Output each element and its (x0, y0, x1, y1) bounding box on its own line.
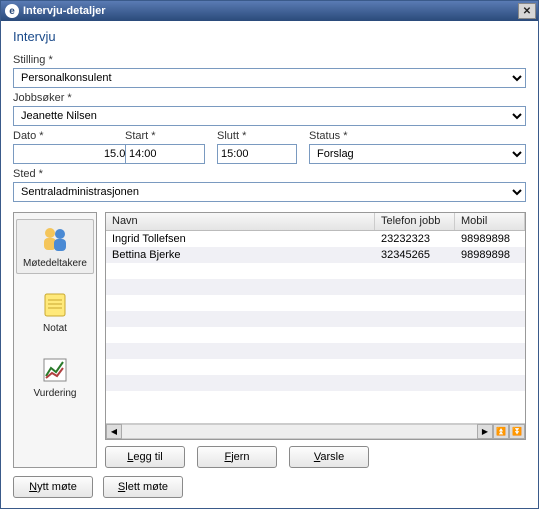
table-row[interactable] (106, 375, 525, 391)
table-row[interactable] (106, 327, 525, 343)
start-label: Start * (125, 130, 205, 142)
cell-name: Ingrid Tollefsen (106, 233, 375, 245)
jobbsoker-select[interactable]: Jeanette Nilsen (13, 106, 526, 126)
col-header-mob[interactable]: Mobil (455, 213, 525, 230)
people-icon (39, 224, 71, 256)
chart-icon (39, 354, 71, 386)
grid-scrollbar: ◀ ▶ ⏫ ⏬ (106, 423, 525, 439)
main-pane: Navn Telefon jobb Mobil Ingrid Tollefsen… (105, 212, 526, 468)
slett-mote-button[interactable]: Slett møte (103, 476, 183, 498)
mid-area: Møtedeltakere Notat (1, 208, 538, 476)
fjern-button[interactable]: Fjern (197, 446, 277, 468)
cell-mob: 98989898 (455, 249, 525, 261)
scroll-down-all-button[interactable]: ⏬ (509, 424, 525, 439)
table-row[interactable] (106, 279, 525, 295)
start-input[interactable] (125, 144, 205, 164)
col-header-name[interactable]: Navn (106, 213, 375, 230)
window-title: Intervju-detaljer (23, 5, 518, 17)
table-row[interactable] (106, 343, 525, 359)
cell-name: Bettina Bjerke (106, 249, 375, 261)
grid-header: Navn Telefon jobb Mobil (106, 213, 525, 231)
dato-label: Dato * (13, 130, 113, 142)
sidebar-item-label: Møtedeltakere (23, 258, 87, 269)
triangle-left-icon: ◀ (111, 427, 117, 436)
table-row[interactable]: Ingrid Tollefsen 23232323 98989898 (106, 231, 525, 247)
sidebar-item-motedeltakere[interactable]: Møtedeltakere (16, 219, 94, 274)
legg-til-button[interactable]: Legg til (105, 446, 185, 468)
sidebar: Møtedeltakere Notat (13, 212, 97, 468)
sidebar-item-notat[interactable]: Notat (16, 284, 94, 339)
cell-tel: 23232323 (375, 233, 455, 245)
double-down-icon: ⏬ (512, 427, 522, 436)
scroll-left-button[interactable]: ◀ (106, 424, 122, 439)
scroll-track[interactable] (122, 424, 477, 439)
cell-tel: 32345265 (375, 249, 455, 261)
dato-field: ▼ (13, 144, 113, 164)
grid-actions: Legg til Fjern Varsle (105, 440, 526, 468)
sted-select[interactable]: Sentraladministrasjonen (13, 182, 526, 202)
page-subtitle: Intervju (1, 21, 538, 48)
jobbsoker-label: Jobbsøker * (13, 92, 526, 104)
slutt-input[interactable] (217, 144, 297, 164)
sidebar-item-vurdering[interactable]: Vurdering (16, 349, 94, 404)
grid-body[interactable]: Ingrid Tollefsen 23232323 98989898 Betti… (106, 231, 525, 423)
status-select[interactable]: Forslag (309, 144, 526, 164)
note-icon (39, 289, 71, 321)
table-row[interactable] (106, 359, 525, 375)
cell-mob: 98989898 (455, 233, 525, 245)
app-icon: e (5, 4, 19, 18)
varsle-button[interactable]: Varsle (289, 446, 369, 468)
slutt-label: Slutt * (217, 130, 297, 142)
status-label: Status * (309, 130, 526, 142)
table-row[interactable] (106, 295, 525, 311)
window: e Intervju-detaljer ✕ Intervju Stilling … (0, 0, 539, 509)
participants-grid: Navn Telefon jobb Mobil Ingrid Tollefsen… (105, 212, 526, 440)
table-row[interactable] (106, 263, 525, 279)
close-icon: ✕ (523, 6, 531, 17)
form-area: Stilling * Personalkonsulent Jobbsøker *… (1, 48, 538, 208)
bottom-actions: Nytt møte Slett møte (1, 476, 538, 508)
triangle-right-icon: ▶ (482, 427, 488, 436)
nytt-mote-button[interactable]: Nytt møte (13, 476, 93, 498)
table-row[interactable]: Bettina Bjerke 32345265 98989898 (106, 247, 525, 263)
sidebar-item-label: Notat (43, 323, 67, 334)
table-row[interactable] (106, 311, 525, 327)
col-header-tel[interactable]: Telefon jobb (375, 213, 455, 230)
stilling-label: Stilling * (13, 54, 526, 66)
titlebar: e Intervju-detaljer ✕ (1, 1, 538, 21)
sidebar-item-label: Vurdering (34, 388, 77, 399)
scroll-right-button[interactable]: ▶ (477, 424, 493, 439)
close-button[interactable]: ✕ (518, 3, 536, 19)
sted-label: Sted * (13, 168, 526, 180)
stilling-select[interactable]: Personalkonsulent (13, 68, 526, 88)
double-up-icon: ⏫ (496, 427, 506, 436)
scroll-up-all-button[interactable]: ⏫ (493, 424, 509, 439)
